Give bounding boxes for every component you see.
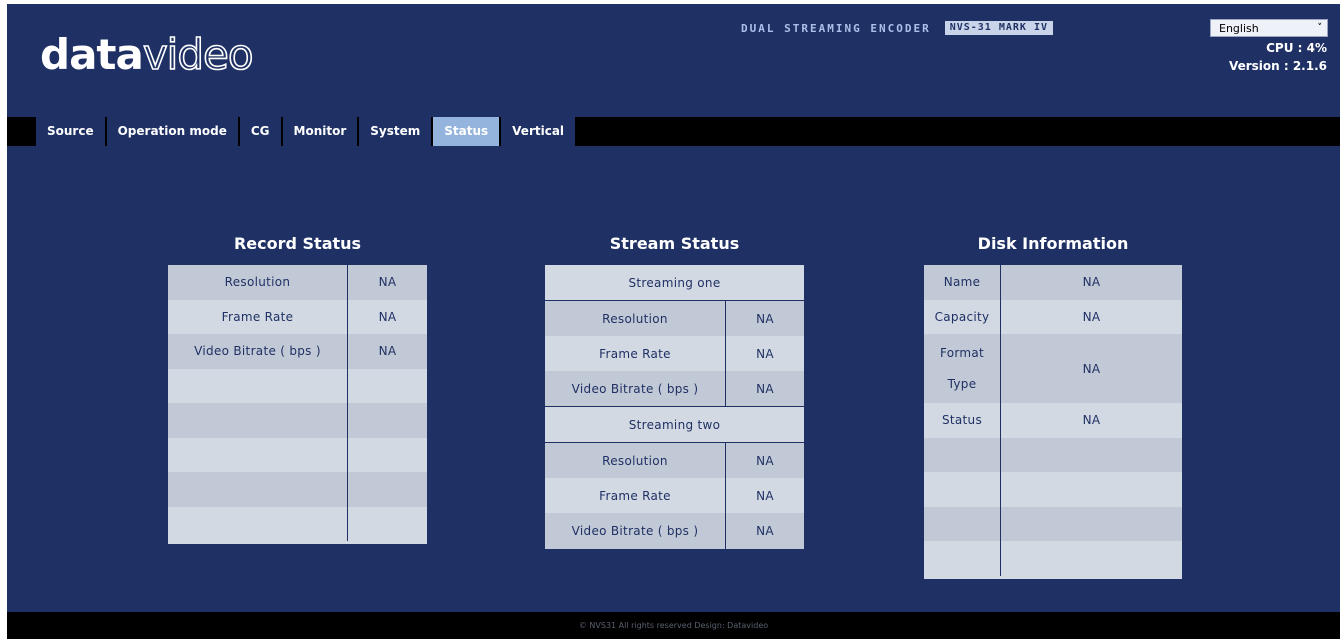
stream-two-video-bitrate-label: Video Bitrate ( bps ): [545, 513, 726, 549]
disk-format-value: NA: [1082, 361, 1101, 376]
language-selected-value: English: [1219, 21, 1259, 35]
table-row: Capacity NA: [924, 299, 1182, 334]
table-row: Resolution NA: [545, 442, 804, 478]
disk-information-table: Name NA Capacity NA Format Type NA Statu…: [924, 265, 1182, 579]
stream-two-resolution-value: NA: [756, 453, 774, 468]
disk-name-label: Name: [924, 265, 1001, 300]
stream-two-frame-rate-value: NA: [756, 488, 774, 503]
disk-capacity-label: Capacity: [924, 299, 1001, 334]
stream-two-frame-rate-label: Frame Rate: [545, 478, 726, 513]
table-row-empty: [168, 403, 427, 438]
streaming-one-header: Streaming one: [628, 275, 721, 290]
disk-information-title: Disk Information: [977, 234, 1129, 253]
language-select[interactable]: English ˅: [1210, 19, 1328, 37]
product-model-badge: NVS-31 MARK IV: [944, 21, 1053, 35]
stream-one-frame-rate-label: Frame Rate: [545, 336, 726, 371]
logo-text-bold: data: [40, 30, 144, 79]
main-area: datavideo DUAL STREAMING ENCODER NVS-31 …: [7, 4, 1340, 639]
table-row: Frame Rate NA: [545, 478, 804, 513]
table-row: Status NA: [924, 403, 1182, 438]
record-status-table: Resolution NA Frame Rate NA Video Bitrat…: [168, 265, 427, 544]
table-row: Resolution NA: [168, 265, 427, 300]
stream-status-title: Stream Status: [609, 234, 740, 253]
stream-one-frame-rate-value: NA: [756, 346, 774, 361]
table-row-empty: [924, 437, 1182, 472]
record-resolution-label: Resolution: [168, 265, 348, 300]
disk-format-type-label: Format Type: [924, 334, 1001, 403]
stream-one-video-bitrate-value: NA: [756, 381, 774, 396]
stream-one-resolution-label: Resolution: [545, 301, 726, 336]
product-header: DUAL STREAMING ENCODER NVS-31 MARK IV: [741, 21, 1053, 35]
tab-source[interactable]: Source: [36, 117, 105, 146]
tab-operation-mode[interactable]: Operation mode: [106, 117, 238, 146]
table-row: Video Bitrate ( bps ) NA: [545, 371, 804, 406]
table-row-empty: [924, 506, 1182, 541]
table-row-empty: [168, 472, 427, 507]
record-resolution-value: NA: [378, 275, 397, 290]
tab-cg[interactable]: CG: [239, 117, 281, 146]
streaming-two-header: Streaming two: [628, 417, 721, 432]
cpu-usage: CPU : 4%: [1266, 41, 1327, 55]
nav-bar: Source Operation mode CG Monitor System …: [7, 117, 1340, 146]
footer: © NVS31 All rights reserved Design: Data…: [7, 612, 1340, 639]
stream-status-table: Streaming one Resolution NA Frame Rate N…: [545, 265, 804, 549]
page: datavideo DUAL STREAMING ENCODER NVS-31 …: [0, 0, 1340, 639]
stream-one-video-bitrate-label: Video Bitrate ( bps ): [545, 371, 726, 406]
table-row-empty: [924, 472, 1182, 507]
table-row: Frame Rate NA: [168, 299, 427, 334]
disk-status-value: NA: [1082, 413, 1101, 428]
record-frame-rate-label: Frame Rate: [168, 299, 348, 334]
table-row-empty: [168, 506, 427, 541]
tab-vertical[interactable]: Vertical: [501, 117, 576, 146]
product-name: DUAL STREAMING ENCODER: [741, 21, 931, 35]
tab-system[interactable]: System: [359, 117, 432, 146]
table-row: Name NA: [924, 265, 1182, 300]
logo-text-light: video: [142, 29, 254, 80]
table-row-empty: [168, 368, 427, 403]
table-row: Video Bitrate ( bps ) NA: [168, 334, 427, 369]
firmware-version: Version : 2.1.6: [1228, 59, 1327, 73]
streaming-two-header-row: Streaming two: [545, 406, 804, 442]
table-row: Frame Rate NA: [545, 336, 804, 371]
table-row: Format Type NA: [924, 334, 1182, 403]
table-row-empty: [168, 437, 427, 472]
disk-format-label: Format: [939, 346, 985, 361]
streaming-one-header-row: Streaming one: [545, 265, 804, 300]
record-video-bitrate-value: NA: [378, 344, 397, 359]
tab-status[interactable]: Status: [433, 117, 500, 146]
record-status-title: Record Status: [233, 234, 362, 253]
disk-name-value: NA: [1082, 275, 1101, 290]
copyright-text: © NVS31 All rights reserved Design: Data…: [578, 621, 769, 630]
table-row-empty: [924, 541, 1182, 576]
nav-tabs: Source Operation mode CG Monitor System …: [36, 117, 577, 146]
disk-capacity-value: NA: [1082, 309, 1101, 324]
chevron-down-icon: ˅: [1317, 23, 1323, 33]
disk-type-label: Type: [947, 376, 977, 391]
datavideo-logo: datavideo: [40, 29, 254, 80]
stream-two-resolution-label: Resolution: [545, 443, 726, 478]
record-frame-rate-value: NA: [378, 309, 397, 324]
disk-status-label: Status: [924, 403, 1001, 438]
table-row: Resolution NA: [545, 300, 804, 336]
table-row: Video Bitrate ( bps ) NA: [545, 513, 804, 549]
record-video-bitrate-label: Video Bitrate ( bps ): [168, 334, 348, 369]
tab-monitor[interactable]: Monitor: [282, 117, 358, 146]
stream-two-video-bitrate-value: NA: [756, 524, 774, 538]
stream-one-resolution-value: NA: [756, 311, 774, 326]
